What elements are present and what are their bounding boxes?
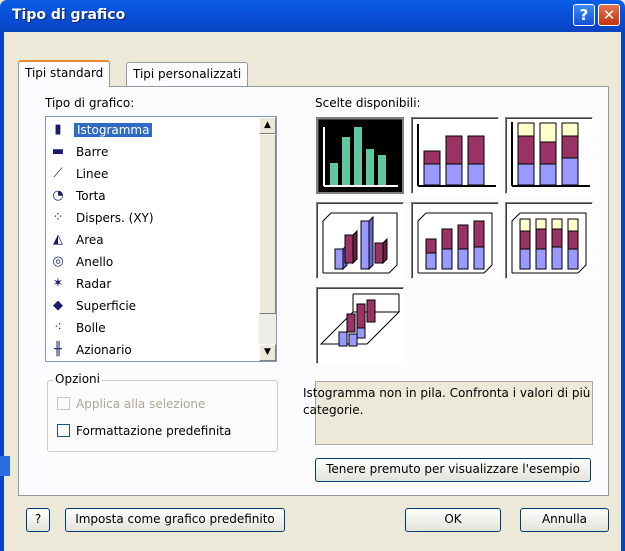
list-item-label: Superficie xyxy=(76,299,137,313)
tab-custom-types[interactable]: Tipi personalizzati xyxy=(126,62,249,86)
close-button[interactable]: ✕ xyxy=(598,4,620,26)
cancel-button[interactable]: Annulla xyxy=(520,508,609,532)
bubble-chart-icon: ⁖ xyxy=(54,320,62,335)
pie-chart-icon: ◔ xyxy=(52,188,64,203)
vertical-scrollbar[interactable]: ▲ ▼ xyxy=(259,117,276,361)
list-item[interactable]: ▮ Istogramma xyxy=(48,119,258,141)
list-item[interactable]: ◭ Area xyxy=(48,229,258,251)
bar-chart-icon: ▬ xyxy=(51,144,65,159)
subtype-100-stacked-column[interactable] xyxy=(505,117,593,194)
list-item-label: Barre xyxy=(76,145,109,159)
list-item[interactable]: ⁘ Dispers. (XY) xyxy=(48,207,258,229)
list-item-label: Radar xyxy=(76,277,112,291)
list-item-label: Azionario xyxy=(76,343,132,357)
subtype-3d-clustered-column[interactable] xyxy=(316,202,404,279)
apply-to-selection-label: Applica alla selezione xyxy=(76,397,206,411)
help-title-button[interactable]: ? xyxy=(573,4,595,26)
tab-standard-types[interactable]: Tipi standard xyxy=(18,60,111,87)
doughnut-chart-icon: ◎ xyxy=(52,254,64,269)
subtype-3d-stacked-column[interactable] xyxy=(411,202,499,279)
surface-chart-icon: ◆ xyxy=(53,298,63,313)
list-item-label: Istogramma xyxy=(74,123,153,137)
ok-button[interactable]: OK xyxy=(405,508,501,532)
description-text: Istogramma non in pila. Confronta i valo… xyxy=(303,386,591,417)
list-item[interactable]: ▬ Barre xyxy=(48,141,258,163)
list-item[interactable]: ◆ Superficie xyxy=(48,295,258,317)
background-window-strip xyxy=(0,456,10,476)
scroll-down-button[interactable]: ▼ xyxy=(259,344,276,361)
scroll-up-button[interactable]: ▲ xyxy=(259,117,276,134)
subtypes-label: Scelte disponibili: xyxy=(315,96,421,110)
list-item-label: Bolle xyxy=(76,321,106,335)
window-title: Tipo di grafico xyxy=(12,7,126,23)
list-item-label: Anello xyxy=(76,255,114,269)
list-item-label: Linee xyxy=(76,167,109,181)
press-and-hold-preview-button[interactable]: Tenere premuto per visualizzare l'esempi… xyxy=(315,458,591,482)
title-bar: Tipo di grafico ? ✕ xyxy=(0,0,625,32)
list-item[interactable]: ✶ Radar xyxy=(48,273,258,295)
list-item[interactable]: ⁖ Bolle xyxy=(48,317,258,339)
list-item[interactable]: ◔ Torta xyxy=(48,185,258,207)
chart-type-label: Tipo di grafico: xyxy=(45,96,135,110)
set-default-chart-button[interactable]: Imposta come grafico predefinito xyxy=(65,508,285,532)
radar-chart-icon: ✶ xyxy=(52,276,64,291)
list-item-label: Torta xyxy=(76,189,106,203)
list-item[interactable]: ⟋ Linee xyxy=(48,163,258,185)
list-item[interactable]: ╫ Azionario xyxy=(48,339,258,361)
chart-type-listbox[interactable]: ▮ Istogramma ▬ Barre ⟋ Linee ◔ Torta ⁘ Dispers. (… xyxy=(45,116,277,362)
window-frame-right xyxy=(621,32,625,551)
list-item[interactable]: ◎ Anello xyxy=(48,251,258,273)
scatter-chart-icon: ⁘ xyxy=(52,210,64,225)
line-chart-icon: ⟋ xyxy=(53,166,63,181)
subtype-stacked-column[interactable] xyxy=(411,117,499,194)
column-chart-icon: ▮ xyxy=(54,122,62,137)
subtype-3d-100-stacked-column[interactable] xyxy=(505,202,593,279)
subtype-clustered-column[interactable] xyxy=(316,117,404,194)
default-formatting-label: Formattazione predefinita xyxy=(76,424,232,438)
default-formatting-checkbox[interactable] xyxy=(57,424,70,437)
options-legend: Opzioni xyxy=(53,372,102,386)
stock-chart-icon: ╫ xyxy=(54,342,62,357)
apply-to-selection-checkbox[interactable] xyxy=(57,397,70,410)
subtype-3d-column[interactable] xyxy=(316,287,404,364)
help-icon[interactable]: ? xyxy=(26,508,50,532)
options-group xyxy=(47,380,278,452)
area-chart-icon: ◭ xyxy=(53,232,63,247)
list-item-label: Area xyxy=(76,233,104,247)
scroll-thumb[interactable] xyxy=(259,134,276,314)
list-item-label: Dispers. (XY) xyxy=(76,211,154,225)
